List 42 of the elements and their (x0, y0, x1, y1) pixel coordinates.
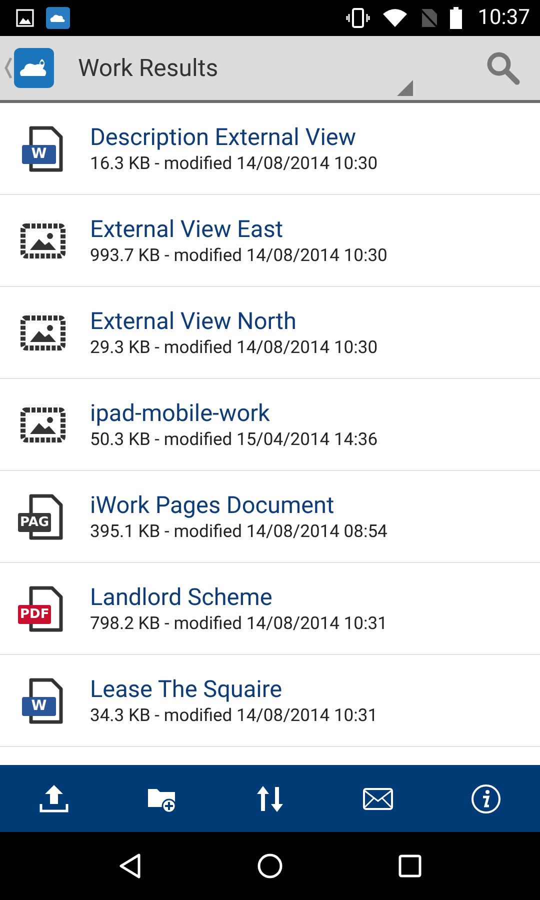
file-details: 50.3 KB - modified 15/04/2014 14:36 (90, 428, 378, 452)
clock: 10:37 (478, 6, 530, 30)
battery-icon (450, 7, 462, 29)
picture-file-icon (20, 222, 66, 258)
file-name: iWork Pages Document (90, 490, 336, 520)
recents-nav-icon[interactable] (398, 854, 422, 878)
file-name: Lease The Squaire (90, 674, 284, 704)
file-details: 29.3 KB - modified 14/08/2014 10:30 (90, 336, 378, 360)
image-notification-icon (16, 9, 34, 27)
file-name: External View East (90, 214, 284, 244)
no-sim-icon (420, 8, 438, 28)
file-details: 798.2 KB - modified 14/08/2014 10:31 (90, 612, 388, 636)
file-row[interactable]: External View East 993.7 KB - modified 14/08/2014 10:30 (0, 195, 540, 287)
picture-file-icon (20, 406, 66, 442)
file-row[interactable]: PDF Landlord Scheme 798.2 KB - modified 14/08/2014 10:31 (0, 563, 540, 655)
wifi-icon (382, 8, 408, 28)
cloud-app-notification-icon (46, 7, 70, 29)
search-icon[interactable] (486, 51, 520, 85)
file-row[interactable]: External View North 29.3 KB - modified 14/08/2014 10:30 (0, 287, 540, 379)
file-name: Description External View (90, 122, 358, 152)
file-name: Landlord Scheme (90, 582, 274, 612)
file-name: ipad-mobile-work (90, 398, 271, 428)
info-icon[interactable] (471, 784, 501, 814)
screen-title[interactable]: Work Results (78, 54, 218, 82)
file-details: 34.3 KB - modified 14/08/2014 10:31 (90, 704, 378, 728)
file-row[interactable]: PAG iWork Pages Document 395.1 KB - modified 14/08/2014 08:54 (0, 471, 540, 563)
cloud-app-logo[interactable] (14, 48, 54, 88)
upload-icon[interactable] (39, 784, 69, 814)
file-details: 16.3 KB - modified 14/08/2014 10:30 (90, 152, 378, 176)
sort-arrows-icon[interactable] (255, 784, 285, 814)
file-details: 993.7 KB - modified 14/08/2014 10:30 (90, 244, 388, 268)
mail-icon[interactable] (363, 788, 393, 810)
file-details: 395.1 KB - modified 14/08/2014 08:54 (90, 520, 388, 544)
file-row[interactable]: W Description External View 16.3 KB - modified 14/08/2014 10:30 (0, 103, 540, 195)
dropdown-triangle-icon[interactable] (397, 80, 413, 96)
home-nav-icon[interactable] (257, 853, 283, 879)
back-nav-icon[interactable] (118, 853, 142, 879)
vibrate-icon (346, 8, 370, 28)
file-row[interactable]: W Lease The Squaire 34.3 KB - modified 14/08/2014 10:31 (0, 655, 540, 747)
picture-file-icon (20, 314, 66, 350)
file-name: External View North (90, 306, 298, 336)
file-row[interactable]: ipad-mobile-work 50.3 KB - modified 15/04/2014 14:36 (0, 379, 540, 471)
